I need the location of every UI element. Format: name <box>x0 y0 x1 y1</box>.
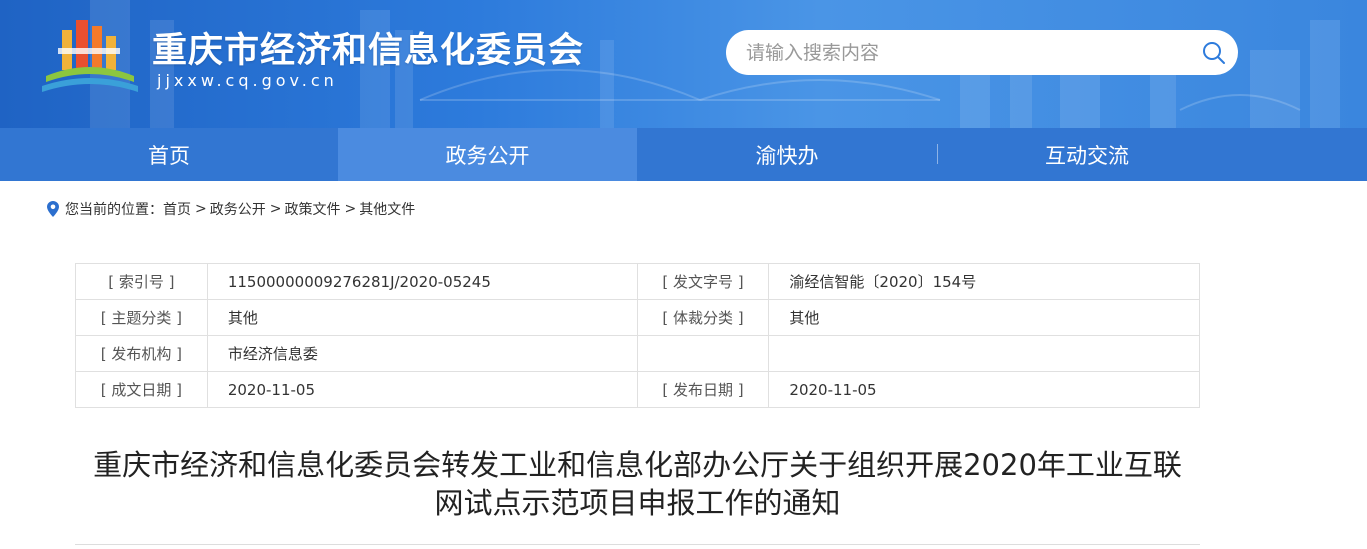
nav-item-yukuaiban[interactable]: 渝快办 <box>637 128 937 181</box>
meta-label-written-date: [ 成文日期 ] <box>75 371 208 408</box>
meta-label-publisher: [ 发布机构 ] <box>75 335 208 372</box>
table-row: [ 索引号 ] 11500000009276281J/2020-05245 [ … <box>75 263 1200 300</box>
meta-label-index-number: [ 索引号 ] <box>75 263 208 300</box>
breadcrumb: 您当前的位置： 首页 > 政务公开 > 政策文件 > 其他文件 <box>47 199 415 219</box>
meta-label-publish-date: [ 发布日期 ] <box>636 371 770 408</box>
article-title: 重庆市经济和信息化委员会转发工业和信息化部办公厅关于组织开展2020年工业互联 … <box>75 446 1200 522</box>
meta-value-genre: 其他 <box>768 299 1200 336</box>
nav-item-government-affairs[interactable]: 政务公开 <box>338 128 637 181</box>
site-title[interactable]: 重庆市经济和信息化委员会 <box>152 22 584 73</box>
meta-label-empty <box>636 335 770 372</box>
breadcrumb-home[interactable]: 首页 <box>163 199 191 219</box>
chongqing-emblem-icon <box>42 20 138 92</box>
meta-value-index-number: 11500000009276281J/2020-05245 <box>206 263 638 300</box>
nav-item-interaction[interactable]: 互动交流 <box>937 128 1237 181</box>
breadcrumb-other-documents[interactable]: 其他文件 <box>359 199 415 219</box>
breadcrumb-separator: > <box>269 201 282 217</box>
meta-value-publisher: 市经济信息委 <box>206 335 638 372</box>
meta-value-written-date: 2020-11-05 <box>206 371 638 408</box>
article-title-line: 重庆市经济和信息化委员会转发工业和信息化部办公厅关于组织开展2020年工业互联 <box>93 448 1182 482</box>
breadcrumb-separator: > <box>195 201 207 217</box>
document-meta-table: [ 索引号 ] 11500000009276281J/2020-05245 [ … <box>75 263 1200 408</box>
table-row: [ 成文日期 ] 2020-11-05 [ 发布日期 ] 2020-11-05 <box>75 371 1200 408</box>
meta-label-genre: [ 体裁分类 ] <box>636 299 770 336</box>
nav-item-label: 首页 <box>148 143 190 168</box>
meta-value-topic: 其他 <box>206 299 638 336</box>
nav-item-home[interactable]: 首页 <box>0 128 338 181</box>
table-row: [ 主题分类 ] 其他 [ 体裁分类 ] 其他 <box>75 299 1200 336</box>
table-row: [ 发布机构 ] 市经济信息委 <box>75 335 1200 372</box>
nav-divider <box>937 144 938 164</box>
article-title-line: 网试点示范项目申报工作的通知 <box>434 486 841 520</box>
meta-label-document-number: [ 发文字号 ] <box>636 263 770 300</box>
nav-item-label: 互动交流 <box>1045 143 1129 168</box>
search-box <box>726 30 1238 75</box>
header-banner: 重庆市经济和信息化委员会 jjxxw.cq.gov.cn <box>0 0 1367 128</box>
main-nav: 首页 政务公开 渝快办 互动交流 <box>0 128 1367 181</box>
nav-item-label: 政务公开 <box>445 143 530 168</box>
breadcrumb-prefix: 您当前的位置： <box>65 202 163 218</box>
breadcrumb-policy-documents[interactable]: 政策文件 <box>284 199 340 219</box>
breadcrumb-separator: > <box>344 201 357 217</box>
location-pin-icon <box>47 201 59 217</box>
meta-value-document-number: 渝经信智能〔2020〕154号 <box>768 263 1200 300</box>
meta-value-publish-date: 2020-11-05 <box>768 371 1200 408</box>
site-domain: jjxxw.cq.gov.cn <box>157 71 338 90</box>
breadcrumb-government-affairs[interactable]: 政务公开 <box>210 199 266 219</box>
search-icon <box>1203 41 1225 64</box>
meta-label-topic: [ 主题分类 ] <box>75 299 208 336</box>
nav-item-label: 渝快办 <box>755 143 819 168</box>
search-input[interactable] <box>726 30 1190 75</box>
meta-value-empty <box>768 335 1200 372</box>
search-button[interactable] <box>1190 30 1238 75</box>
divider <box>75 544 1200 545</box>
